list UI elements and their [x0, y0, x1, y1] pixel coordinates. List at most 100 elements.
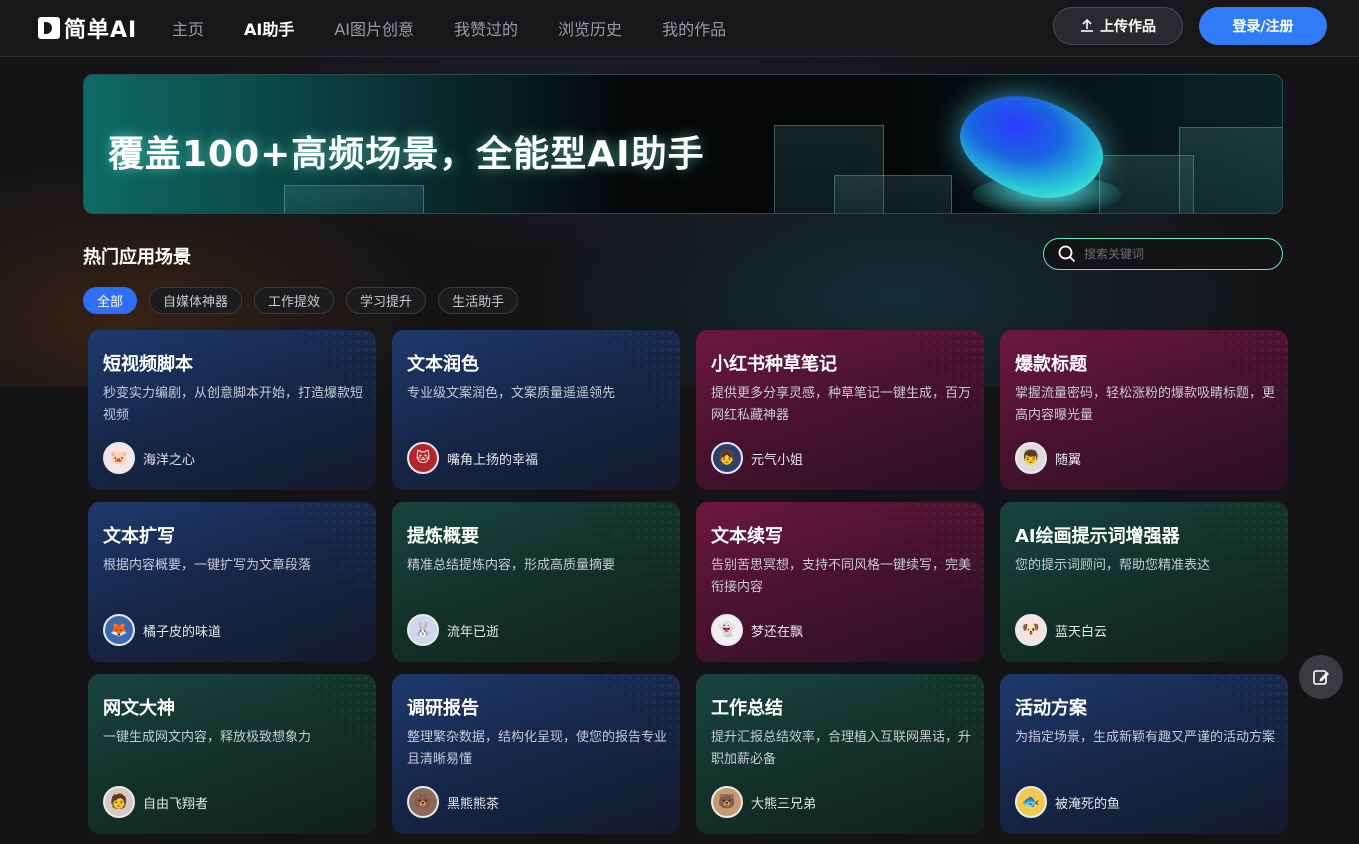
glass-cube-decoration: [284, 185, 424, 213]
upload-icon: [1081, 19, 1093, 32]
login-button[interactable]: 登录/注册: [1199, 7, 1327, 45]
section-title: 热门应用场景: [83, 247, 191, 268]
filter-chip-life[interactable]: 生活助手: [438, 287, 519, 314]
card-description: 精准总结提炼内容，形成高质量摘要: [407, 558, 616, 573]
scenario-card[interactable]: 工作总结 提升汇报总结效率，合理植入互联网黑话，升职加薪必备 🐻 大熊三兄弟: [696, 674, 984, 834]
search-input[interactable]: [1084, 247, 1264, 261]
scenario-card[interactable]: AI绘画提示词增强器 您的提示词顾问，帮助您精准表达 🐶 蓝天白云: [1000, 502, 1288, 662]
logo-icon: [38, 17, 60, 39]
card-title: 文本扩写: [103, 526, 175, 547]
bear-avatar-icon: 🐻: [407, 786, 439, 818]
filter-chip-all[interactable]: 全部: [83, 287, 138, 314]
banner-title: 覆盖100+高频场景，全能型AI助手: [108, 134, 705, 175]
card-author: 👧 元气小姐: [711, 442, 803, 474]
floating-edit-button[interactable]: [1299, 655, 1343, 699]
card-description: 提供更多分享灵感，种草笔记一键生成，百万网红私藏神器: [711, 386, 972, 423]
author-name: 自由飞翔者: [143, 796, 209, 812]
card-author: 🐶 蓝天白云: [1015, 614, 1107, 646]
card-description: 掌握流量密码，轻松涨粉的爆款吸睛标题，更高内容曝光量: [1015, 386, 1276, 423]
author-name: 大熊三兄弟: [751, 796, 817, 812]
logo-text: 简单AI: [64, 18, 138, 43]
dot-pattern-decoration: [226, 674, 376, 764]
upload-button-label: 上传作品: [1100, 19, 1156, 35]
author-name: 黑熊熊茶: [447, 796, 500, 812]
edit-icon: [1313, 670, 1329, 685]
rabbit-avatar-icon: 🐰: [407, 614, 439, 646]
card-title: 文本润色: [407, 354, 479, 375]
card-description: 根据内容概要，一键扩写为文章段落: [103, 558, 312, 573]
card-title: 调研报告: [407, 698, 479, 719]
card-description: 专业级文案润色，文案质量遥遥领先: [407, 386, 616, 401]
filter-chip-learning[interactable]: 学习提升: [346, 287, 427, 314]
card-title: 活动方案: [1015, 698, 1087, 719]
person-avatar-icon: 🧑: [103, 786, 135, 818]
cat-avatar-icon: 🐱: [407, 442, 439, 474]
character-avatar-icon: 🦊: [103, 614, 135, 646]
card-title: 提炼概要: [407, 526, 479, 547]
card-title: AI绘画提示词增强器: [1015, 526, 1180, 547]
category-filters: 全部 自媒体神器 工作提效 学习提升 生活助手: [83, 287, 530, 314]
card-author: 👻 梦还在飘: [711, 614, 803, 646]
scenario-card[interactable]: 文本扩写 根据内容概要，一键扩写为文章段落 🦊 橘子皮的味道: [88, 502, 376, 662]
card-title: 网文大神: [103, 698, 175, 719]
search-box[interactable]: [1043, 238, 1283, 270]
scenario-card[interactable]: 短视频脚本 秒变实力编剧，从创意脚本开始，打造爆款短视频 🐷 海洋之心: [88, 330, 376, 490]
scenario-card[interactable]: 调研报告 整理繁杂数据，结构化呈现，使您的报告专业且清晰易懂 🐻 黑熊熊茶: [392, 674, 680, 834]
author-name: 蓝天白云: [1055, 624, 1108, 640]
card-author: 🐷 海洋之心: [103, 442, 195, 474]
main-nav: 主页 AI助手 AI图片创意 我赞过的 浏览历史 我的作品: [172, 16, 766, 40]
girl-avatar-icon: 👧: [711, 442, 743, 474]
card-author: 🐱 嘴角上扬的幸福: [407, 442, 538, 474]
author-name: 流年已逝: [447, 624, 500, 640]
card-author: 👦 随翼: [1015, 442, 1081, 474]
search-icon: [1058, 245, 1076, 263]
author-name: 嘴角上扬的幸福: [447, 452, 539, 468]
dot-pattern-decoration: [530, 502, 680, 592]
card-title: 短视频脚本: [103, 354, 193, 375]
card-description: 告别苦思冥想，支持不同风格一键续写，完美衔接内容: [711, 558, 972, 595]
author-name: 随翼: [1055, 452, 1082, 468]
author-name: 海洋之心: [143, 452, 196, 468]
nav-item-liked[interactable]: 我赞过的: [454, 16, 518, 40]
author-name: 橘子皮的味道: [143, 624, 222, 640]
author-name: 梦还在飘: [751, 624, 804, 640]
card-author: 🐻 大熊三兄弟: [711, 786, 816, 818]
nav-item-history[interactable]: 浏览历史: [558, 16, 622, 40]
nav-item-my-works[interactable]: 我的作品: [662, 16, 726, 40]
nav-item-ai-image[interactable]: AI图片创意: [334, 16, 414, 40]
dog-avatar-icon: 🐶: [1015, 614, 1047, 646]
scenario-card[interactable]: 爆款标题 掌握流量密码，轻松涨粉的爆款吸睛标题，更高内容曝光量 👦 随翼: [1000, 330, 1288, 490]
top-navbar: 简单AI 主页 AI助手 AI图片创意 我赞过的 浏览历史 我的作品 上传作品 …: [0, 0, 1359, 57]
ghost-avatar-icon: 👻: [711, 614, 743, 646]
boy-avatar-icon: 👦: [1015, 442, 1047, 474]
card-author: 🧑 自由飞翔者: [103, 786, 208, 818]
dot-pattern-decoration: [226, 502, 376, 592]
card-description: 整理繁杂数据，结构化呈现，使您的报告专业且清晰易懂: [407, 730, 668, 767]
scenario-card[interactable]: 文本续写 告别苦思冥想，支持不同风格一键续写，完美衔接内容 👻 梦还在飘: [696, 502, 984, 662]
glass-cube-decoration: [834, 175, 952, 213]
scenario-card[interactable]: 小红书种草笔记 提供更多分享灵感，种草笔记一键生成，百万网红私藏神器 👧 元气小…: [696, 330, 984, 490]
bear-brothers-avatar-icon: 🐻: [711, 786, 743, 818]
scenario-card[interactable]: 网文大神 一键生成网文内容，释放极致想象力 🧑 自由飞翔者: [88, 674, 376, 834]
dot-pattern-decoration: [1138, 674, 1288, 764]
card-title: 小红书种草笔记: [711, 354, 837, 375]
card-author: 🦊 橘子皮的味道: [103, 614, 221, 646]
upload-button[interactable]: 上传作品: [1053, 7, 1183, 45]
card-description: 您的提示词顾问，帮助您精准表达: [1015, 558, 1211, 573]
card-title: 工作总结: [711, 698, 783, 719]
card-description: 秒变实力编剧，从创意脚本开始，打造爆款短视频: [103, 386, 364, 423]
scenario-card[interactable]: 文本润色 专业级文案润色，文案质量遥遥领先 🐱 嘴角上扬的幸福: [392, 330, 680, 490]
glass-cube-decoration: [1179, 127, 1282, 213]
card-author: 🐟 被淹死的鱼: [1015, 786, 1120, 818]
scenario-card[interactable]: 提炼概要 精准总结提炼内容，形成高质量摘要 🐰 流年已逝: [392, 502, 680, 662]
card-author: 🐻 黑熊熊茶: [407, 786, 499, 818]
author-name: 被淹死的鱼: [1055, 796, 1121, 812]
filter-chip-work[interactable]: 工作提效: [254, 287, 335, 314]
filter-chip-media[interactable]: 自媒体神器: [149, 287, 243, 314]
scenario-card[interactable]: 活动方案 为指定场景，生成新颖有趣又严谨的活动方案 🐟 被淹死的鱼: [1000, 674, 1288, 834]
logo[interactable]: 简单AI: [38, 12, 138, 44]
nav-item-ai-assistant[interactable]: AI助手: [244, 16, 294, 40]
nav-item-home[interactable]: 主页: [172, 16, 204, 40]
hero-banner[interactable]: 覆盖100+高频场景，全能型AI助手: [83, 74, 1283, 214]
fish-avatar-icon: 🐟: [1015, 786, 1047, 818]
